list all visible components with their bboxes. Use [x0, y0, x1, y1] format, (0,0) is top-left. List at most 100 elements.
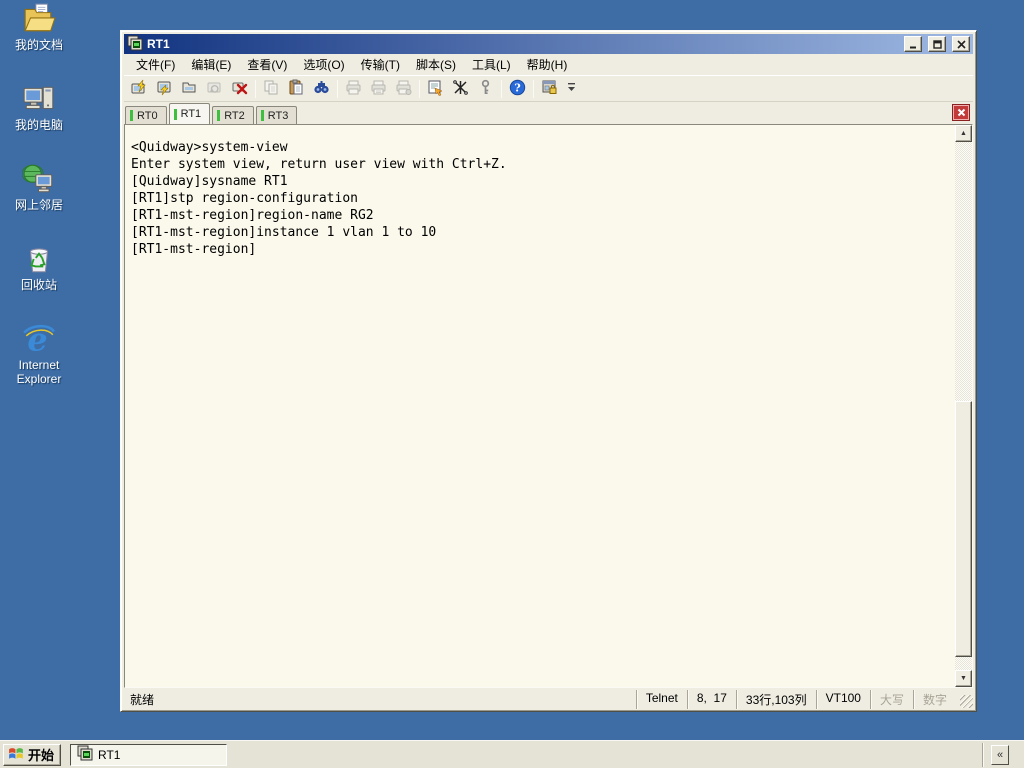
- paste-icon: [288, 79, 305, 99]
- scroll-up-button[interactable]: ▲: [955, 125, 972, 142]
- my-documents-icon: [22, 2, 56, 36]
- status-term-size: 33行,103列: [735, 689, 816, 709]
- recycle-bin-icon: [22, 242, 56, 276]
- taskbar: 开始 RT1 «: [0, 740, 1024, 768]
- menu-bar: 文件(F) 编辑(E) 查看(V) 选项(O) 传输(T) 脚本(S) 工具(L) 帮助(H): [124, 54, 973, 75]
- toolbar-separator: [255, 79, 256, 98]
- disconnect-icon: [231, 79, 248, 99]
- quick-connect-icon: [131, 79, 148, 99]
- menu-file[interactable]: 文件(F): [128, 53, 183, 76]
- paste-button[interactable]: [284, 77, 309, 101]
- tab-connected-indicator: [130, 110, 133, 121]
- find-button[interactable]: [309, 77, 334, 101]
- status-caps-lock: 大写: [869, 689, 913, 709]
- system-tray: «: [982, 742, 1009, 767]
- terminal-area[interactable]: <Quidway>system-view Enter system view, r…: [124, 124, 973, 688]
- window-title: RT1: [147, 37, 170, 51]
- close-button[interactable]: [952, 36, 970, 52]
- terminal-line: [RT1-mst-region]: [131, 242, 257, 257]
- maximize-button[interactable]: [928, 36, 946, 52]
- session-manager-icon: [541, 79, 558, 99]
- task-app-icon: [77, 745, 93, 764]
- toolbar-separator: [533, 79, 534, 98]
- status-cursor: 8, 17: [686, 689, 736, 709]
- toolbar-overflow-icon: [567, 81, 576, 96]
- tab-close-button[interactable]: [952, 104, 970, 121]
- copy-icon: [263, 79, 280, 99]
- tab-connected-indicator: [217, 110, 221, 121]
- status-panels: Telnet 8, 17 33行,103列 VT100 大写 数字: [635, 689, 956, 709]
- key-agent-button[interactable]: [473, 77, 498, 101]
- connect-button[interactable]: [152, 77, 177, 101]
- key-agent-icon: [477, 79, 494, 99]
- tab-connected-indicator: [173, 108, 177, 120]
- scrollbar-thumb[interactable]: [955, 401, 972, 657]
- terminal-line: Enter system view, return user view with…: [131, 157, 507, 172]
- keymap-editor-button[interactable]: [448, 77, 473, 101]
- menu-edit[interactable]: 编辑(E): [183, 53, 239, 76]
- session-manager-button[interactable]: [537, 77, 562, 101]
- toolbar-separator: [419, 79, 420, 98]
- print-button: [341, 77, 366, 101]
- status-ready-text: 就绪: [130, 692, 155, 707]
- help-button[interactable]: ?: [505, 77, 530, 101]
- tab-rt2[interactable]: RT2: [212, 106, 254, 124]
- minimize-button[interactable]: [904, 36, 922, 52]
- toolbar-overflow-button[interactable]: [564, 77, 578, 101]
- reconnect-button: [202, 77, 227, 101]
- menu-help[interactable]: 帮助(H): [519, 53, 576, 76]
- tab-connected-indicator: [260, 110, 264, 121]
- tray-collapse-button[interactable]: «: [991, 744, 1009, 765]
- status-bar: 就绪 Telnet 8, 17 33行,103列 VT100 大写 数字: [124, 688, 973, 709]
- terminal-line: [Quidway]sysname RT1: [131, 174, 288, 189]
- desktop-icon-label: Internet Explorer: [16, 358, 62, 386]
- menu-options[interactable]: 选项(O): [295, 53, 352, 76]
- menu-script[interactable]: 脚本(S): [408, 53, 464, 76]
- menu-view[interactable]: 查看(V): [239, 53, 295, 76]
- app-window: RT1 文件(F) 编辑(E) 查看(V) 选项(O) 传输(T) 脚本(S) 工具(L) 帮…: [120, 30, 977, 712]
- tab-rt3[interactable]: RT3: [255, 106, 298, 124]
- tab-label: RT2: [224, 109, 245, 122]
- task-button-label: RT1: [98, 747, 121, 762]
- print-icon: [345, 79, 362, 99]
- print-setup-icon: [395, 79, 412, 99]
- find-icon: [313, 79, 330, 99]
- desktop-icon-recycle-bin[interactable]: 回收站: [2, 242, 76, 292]
- terminal-line: <Quidway>system-view: [131, 140, 288, 155]
- desktop-icon-label: 我的电脑: [14, 118, 63, 132]
- start-button-label: 开始: [28, 748, 55, 763]
- menu-tools[interactable]: 工具(L): [464, 53, 519, 76]
- vertical-scrollbar[interactable]: ▲ ▼: [955, 125, 972, 687]
- my-computer-icon: [22, 82, 56, 116]
- terminal-line: [RT1-mst-region]region-name RG2: [131, 208, 374, 223]
- desktop-icon-my-documents[interactable]: 我的文档: [2, 2, 76, 52]
- terminal-output[interactable]: <Quidway>system-view Enter system view, r…: [125, 125, 955, 687]
- scroll-down-button[interactable]: ▼: [955, 670, 972, 687]
- title-bar[interactable]: RT1: [124, 34, 973, 54]
- desktop-icon-label: 网上邻居: [14, 198, 63, 212]
- quick-connect-button[interactable]: [127, 77, 152, 101]
- tab-label: RT0: [137, 109, 158, 122]
- resize-grip[interactable]: [960, 695, 973, 708]
- connect-icon: [156, 79, 173, 99]
- desktop-icon-network-places[interactable]: 网上邻居: [2, 162, 76, 212]
- session-options-button[interactable]: [423, 77, 448, 101]
- desktop-icons: 我的文档我的电脑网上邻居回收站 e Internet Explorer: [2, 2, 76, 386]
- status-num-lock: 数字: [912, 689, 956, 709]
- taskbar-task-rt1[interactable]: RT1: [70, 743, 228, 766]
- reconnect-icon: [206, 79, 223, 99]
- tab-rt0[interactable]: RT0: [125, 106, 167, 124]
- menu-transfer[interactable]: 传输(T): [353, 53, 408, 76]
- desktop-icon-internet-explorer[interactable]: e Internet Explorer: [2, 321, 76, 386]
- tab-label: RT3: [267, 109, 289, 122]
- print-selection-button: [366, 77, 391, 101]
- connect-in-tab-button[interactable]: [177, 77, 202, 101]
- tab-label: RT1: [180, 108, 202, 120]
- disconnect-button[interactable]: [227, 77, 252, 101]
- print-setup-button: [391, 77, 416, 101]
- connect-tab-icon: [181, 79, 198, 99]
- start-button[interactable]: 开始: [3, 743, 62, 766]
- desktop-icon-my-computer[interactable]: 我的电脑: [2, 82, 76, 132]
- tab-rt1[interactable]: RT1: [168, 103, 211, 124]
- svg-text:?: ?: [514, 81, 520, 94]
